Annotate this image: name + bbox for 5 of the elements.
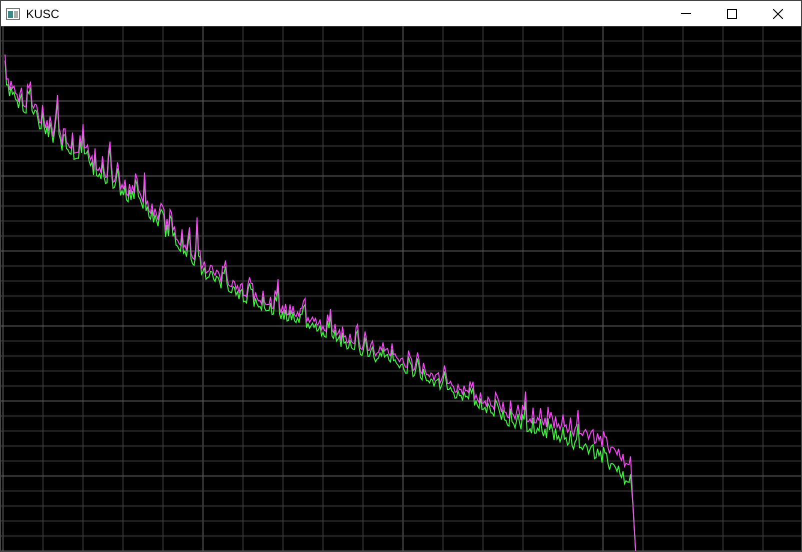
maximize-icon: [727, 8, 737, 18]
app-icon: [6, 8, 20, 20]
close-icon: [773, 8, 783, 18]
window-title: KUSC: [26, 6, 60, 22]
minimize-icon: [681, 13, 691, 14]
